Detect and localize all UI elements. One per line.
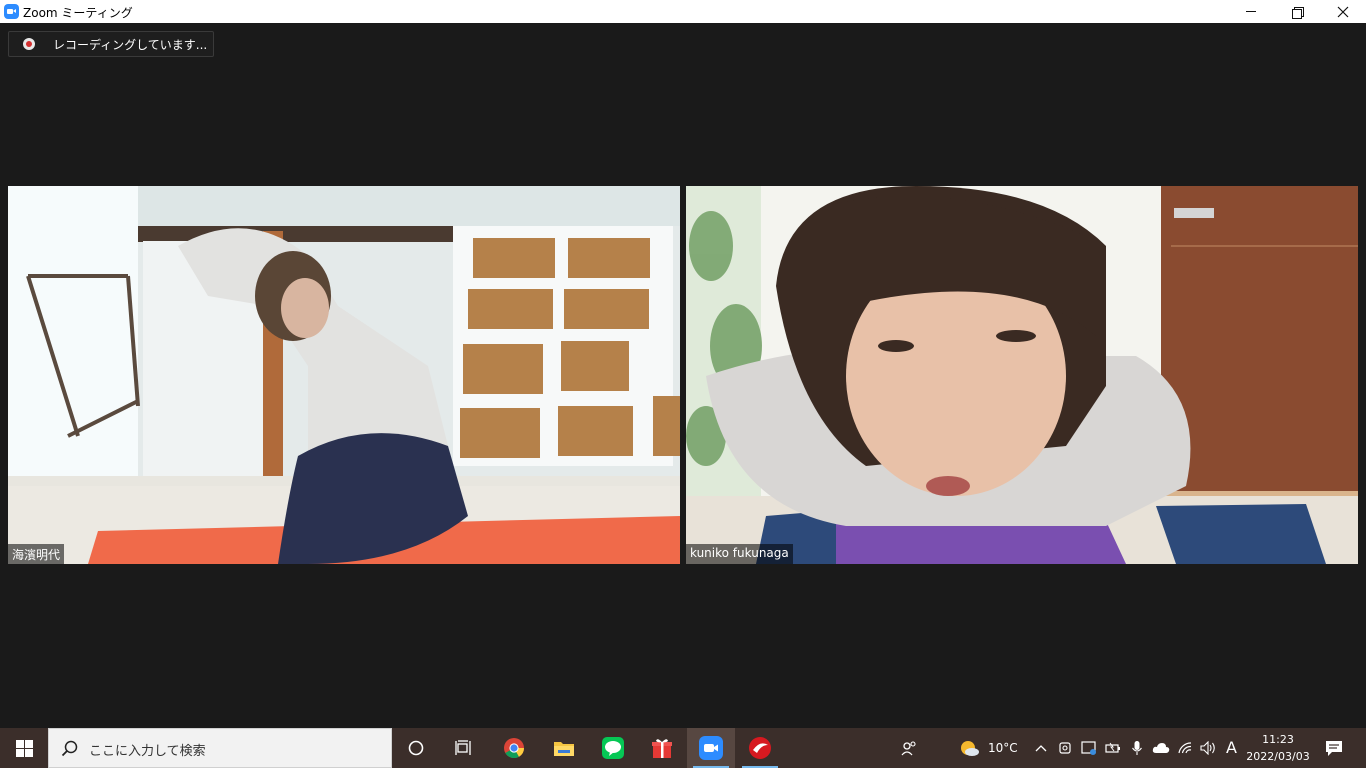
recording-indicator[interactable]: レコーディングしています...: [8, 31, 214, 57]
maximize-button[interactable]: [1274, 0, 1320, 23]
chrome-icon: [504, 738, 525, 759]
action-center-button[interactable]: [1316, 728, 1352, 768]
zoom-app-icon: [4, 4, 19, 19]
camera-icon: [1059, 742, 1071, 754]
volume-tray-button[interactable]: [1200, 738, 1218, 758]
participant-name-label: 海濱明代: [8, 544, 65, 564]
zoom-icon: [699, 736, 723, 760]
taskbar-file-explorer[interactable]: [540, 728, 588, 768]
task-view-button[interactable]: [440, 728, 488, 768]
show-hidden-icons-button[interactable]: [1032, 738, 1050, 758]
speaker-icon: [1200, 741, 1215, 755]
cortana-icon: [408, 740, 424, 756]
search-placeholder: ここに入力して検索: [89, 744, 206, 759]
battery-tray-button[interactable]: [1104, 738, 1122, 758]
clock-time: 11:23: [1262, 733, 1294, 746]
clock-date: 2022/03/03: [1246, 750, 1310, 763]
onedrive-tray-button[interactable]: [1152, 738, 1170, 758]
weather-widget[interactable]: [958, 738, 980, 758]
minimize-icon: [1246, 11, 1256, 12]
cloud-icon: [1152, 743, 1170, 753]
title-bar: Zoom ミーティング: [0, 0, 1366, 23]
weather-temperature[interactable]: 10°C: [988, 741, 1018, 755]
gift-icon: [652, 739, 672, 758]
close-icon: [1337, 6, 1349, 17]
line-app-icon: [602, 737, 624, 759]
microphone-tray-button[interactable]: [1128, 738, 1146, 758]
close-button[interactable]: [1320, 0, 1366, 23]
task-view-icon: [455, 740, 471, 755]
microphone-icon: [1132, 741, 1142, 755]
ime-indicator[interactable]: A: [1226, 738, 1237, 757]
start-button[interactable]: [0, 728, 48, 768]
window-title: Zoom ミーティング: [23, 6, 133, 20]
taskbar: ここに入力して検索 10°C A 11:23 2022/03/03: [0, 728, 1366, 768]
participant-name-label: kuniko fukunaga: [686, 544, 793, 564]
participant-video: [686, 186, 1358, 564]
participant-video-tile[interactable]: 海濱明代: [8, 186, 680, 564]
notification-icon: [1326, 740, 1342, 756]
recording-label: レコーディングしています...: [53, 38, 208, 52]
taskbar-gift-app[interactable]: [638, 728, 686, 768]
folder-icon: [554, 742, 574, 756]
taskbar-zoom[interactable]: [687, 728, 735, 768]
camera-tray-button[interactable]: [1056, 738, 1074, 758]
shield-icon: [1081, 741, 1096, 755]
taskbar-search-box[interactable]: ここに入力して検索: [48, 728, 392, 768]
search-icon: [61, 740, 78, 757]
taskbar-chrome[interactable]: [490, 728, 538, 768]
battery-charging-icon: [1105, 742, 1120, 753]
trend-micro-icon: [749, 737, 771, 759]
people-icon: [901, 741, 916, 756]
security-tray-button[interactable]: [1080, 738, 1098, 758]
record-icon: [23, 38, 35, 50]
people-button[interactable]: [900, 738, 918, 758]
wifi-icon: [1178, 742, 1192, 754]
network-tray-button[interactable]: [1176, 738, 1194, 758]
chevron-up-icon: [1035, 745, 1047, 752]
partly-sunny-icon: [961, 741, 979, 756]
windows-logo-icon: [15, 739, 33, 757]
taskbar-trend-micro[interactable]: [736, 728, 784, 768]
minimize-button[interactable]: [1228, 0, 1274, 23]
participant-video-tile[interactable]: kuniko fukunaga: [686, 186, 1358, 564]
cortana-button[interactable]: [392, 728, 440, 768]
participant-video: [8, 186, 680, 564]
taskbar-line[interactable]: [589, 728, 637, 768]
restore-icon: [1292, 6, 1304, 19]
